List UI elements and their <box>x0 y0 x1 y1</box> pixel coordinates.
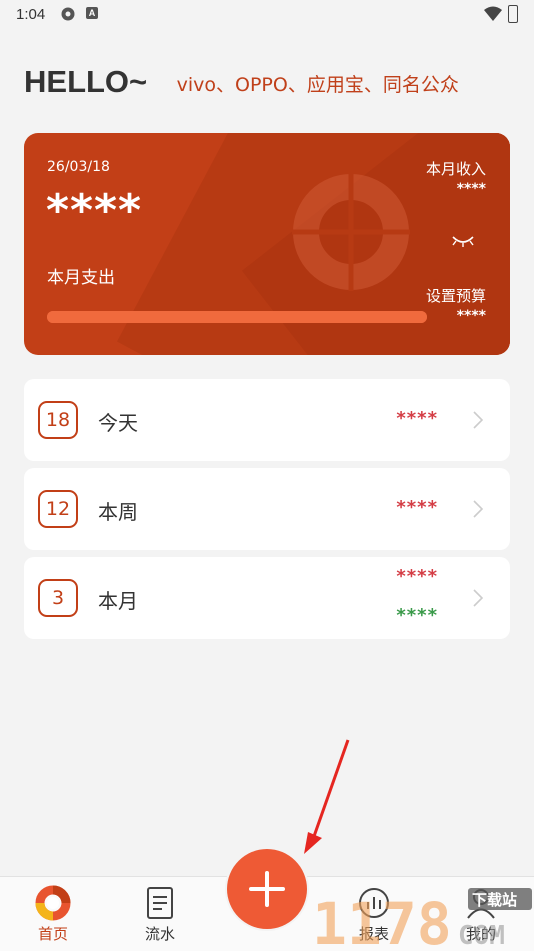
chevron-right-icon <box>473 411 484 429</box>
home-chart-icon <box>35 885 71 921</box>
summary-row-today[interactable]: 18 今天 **** <box>24 379 510 461</box>
chevron-right-icon <box>473 500 484 518</box>
status-time: 1:04 <box>16 6 46 23</box>
battery-icon <box>508 5 518 23</box>
summary-label: 今天 <box>98 411 138 435</box>
budget-progress-fill <box>47 311 427 323</box>
watermark-domain: COM <box>458 921 505 950</box>
greeting-title: HELLO~ <box>24 64 148 99</box>
chevron-right-icon <box>473 589 484 607</box>
expense-amount: **** <box>46 185 143 236</box>
summary-row-week[interactable]: 12 本周 **** <box>24 468 510 550</box>
marquee-text: J、vivo、OPPO、应用宝、同名公众 <box>168 74 459 96</box>
marquee-notice[interactable]: J、vivo、OPPO、应用宝、同名公众 <box>168 70 502 98</box>
watermark-number: 1178 <box>312 890 452 950</box>
monthly-summary-card[interactable]: 26/03/18 **** 本月支出 本月收入 **** 设置预算 **** <box>24 133 510 355</box>
document-icon <box>147 887 173 919</box>
summary-label: 本周 <box>98 500 138 524</box>
settings-gear-icon <box>61 7 75 21</box>
expense-value: **** <box>396 408 438 429</box>
notification-app-icon: A <box>86 7 98 19</box>
card-date: 26/03/18 <box>47 159 110 175</box>
day-count-badge: 3 <box>38 579 78 617</box>
site-watermark-logo: 1178 下载站 COM <box>312 888 532 950</box>
expense-value: **** <box>396 497 438 518</box>
expense-value: **** <box>396 566 438 587</box>
day-count-badge: 12 <box>38 490 78 528</box>
eye-closed-icon[interactable] <box>450 233 476 249</box>
status-bar: 1:04 A <box>0 0 534 30</box>
summary-label: 本月 <box>98 589 138 613</box>
tab-label: 流水 <box>144 925 175 943</box>
annotation-arrow-icon <box>304 739 350 854</box>
ring-chart-watermark-icon <box>292 173 410 291</box>
plus-icon <box>249 871 285 907</box>
day-count-badge: 18 <box>38 401 78 439</box>
budget-amount: **** <box>456 308 486 324</box>
watermark-subtitle: 下载站 <box>472 891 517 909</box>
income-value: **** <box>396 605 438 626</box>
add-record-button[interactable] <box>225 847 309 931</box>
income-amount: **** <box>456 181 486 197</box>
budget-progress-bar <box>47 311 427 323</box>
tab-home[interactable]: 首页 <box>13 877 93 951</box>
set-budget-link[interactable]: 设置预算 <box>426 285 486 306</box>
add-record-button-face <box>227 849 307 929</box>
expense-label: 本月支出 <box>47 268 115 288</box>
wifi-icon <box>484 6 502 21</box>
tab-label: 首页 <box>37 925 68 943</box>
income-label: 本月收入 <box>425 160 486 178</box>
tab-transactions[interactable]: 流水 <box>120 877 200 951</box>
summary-row-month[interactable]: 3 本月 **** **** <box>24 557 510 639</box>
